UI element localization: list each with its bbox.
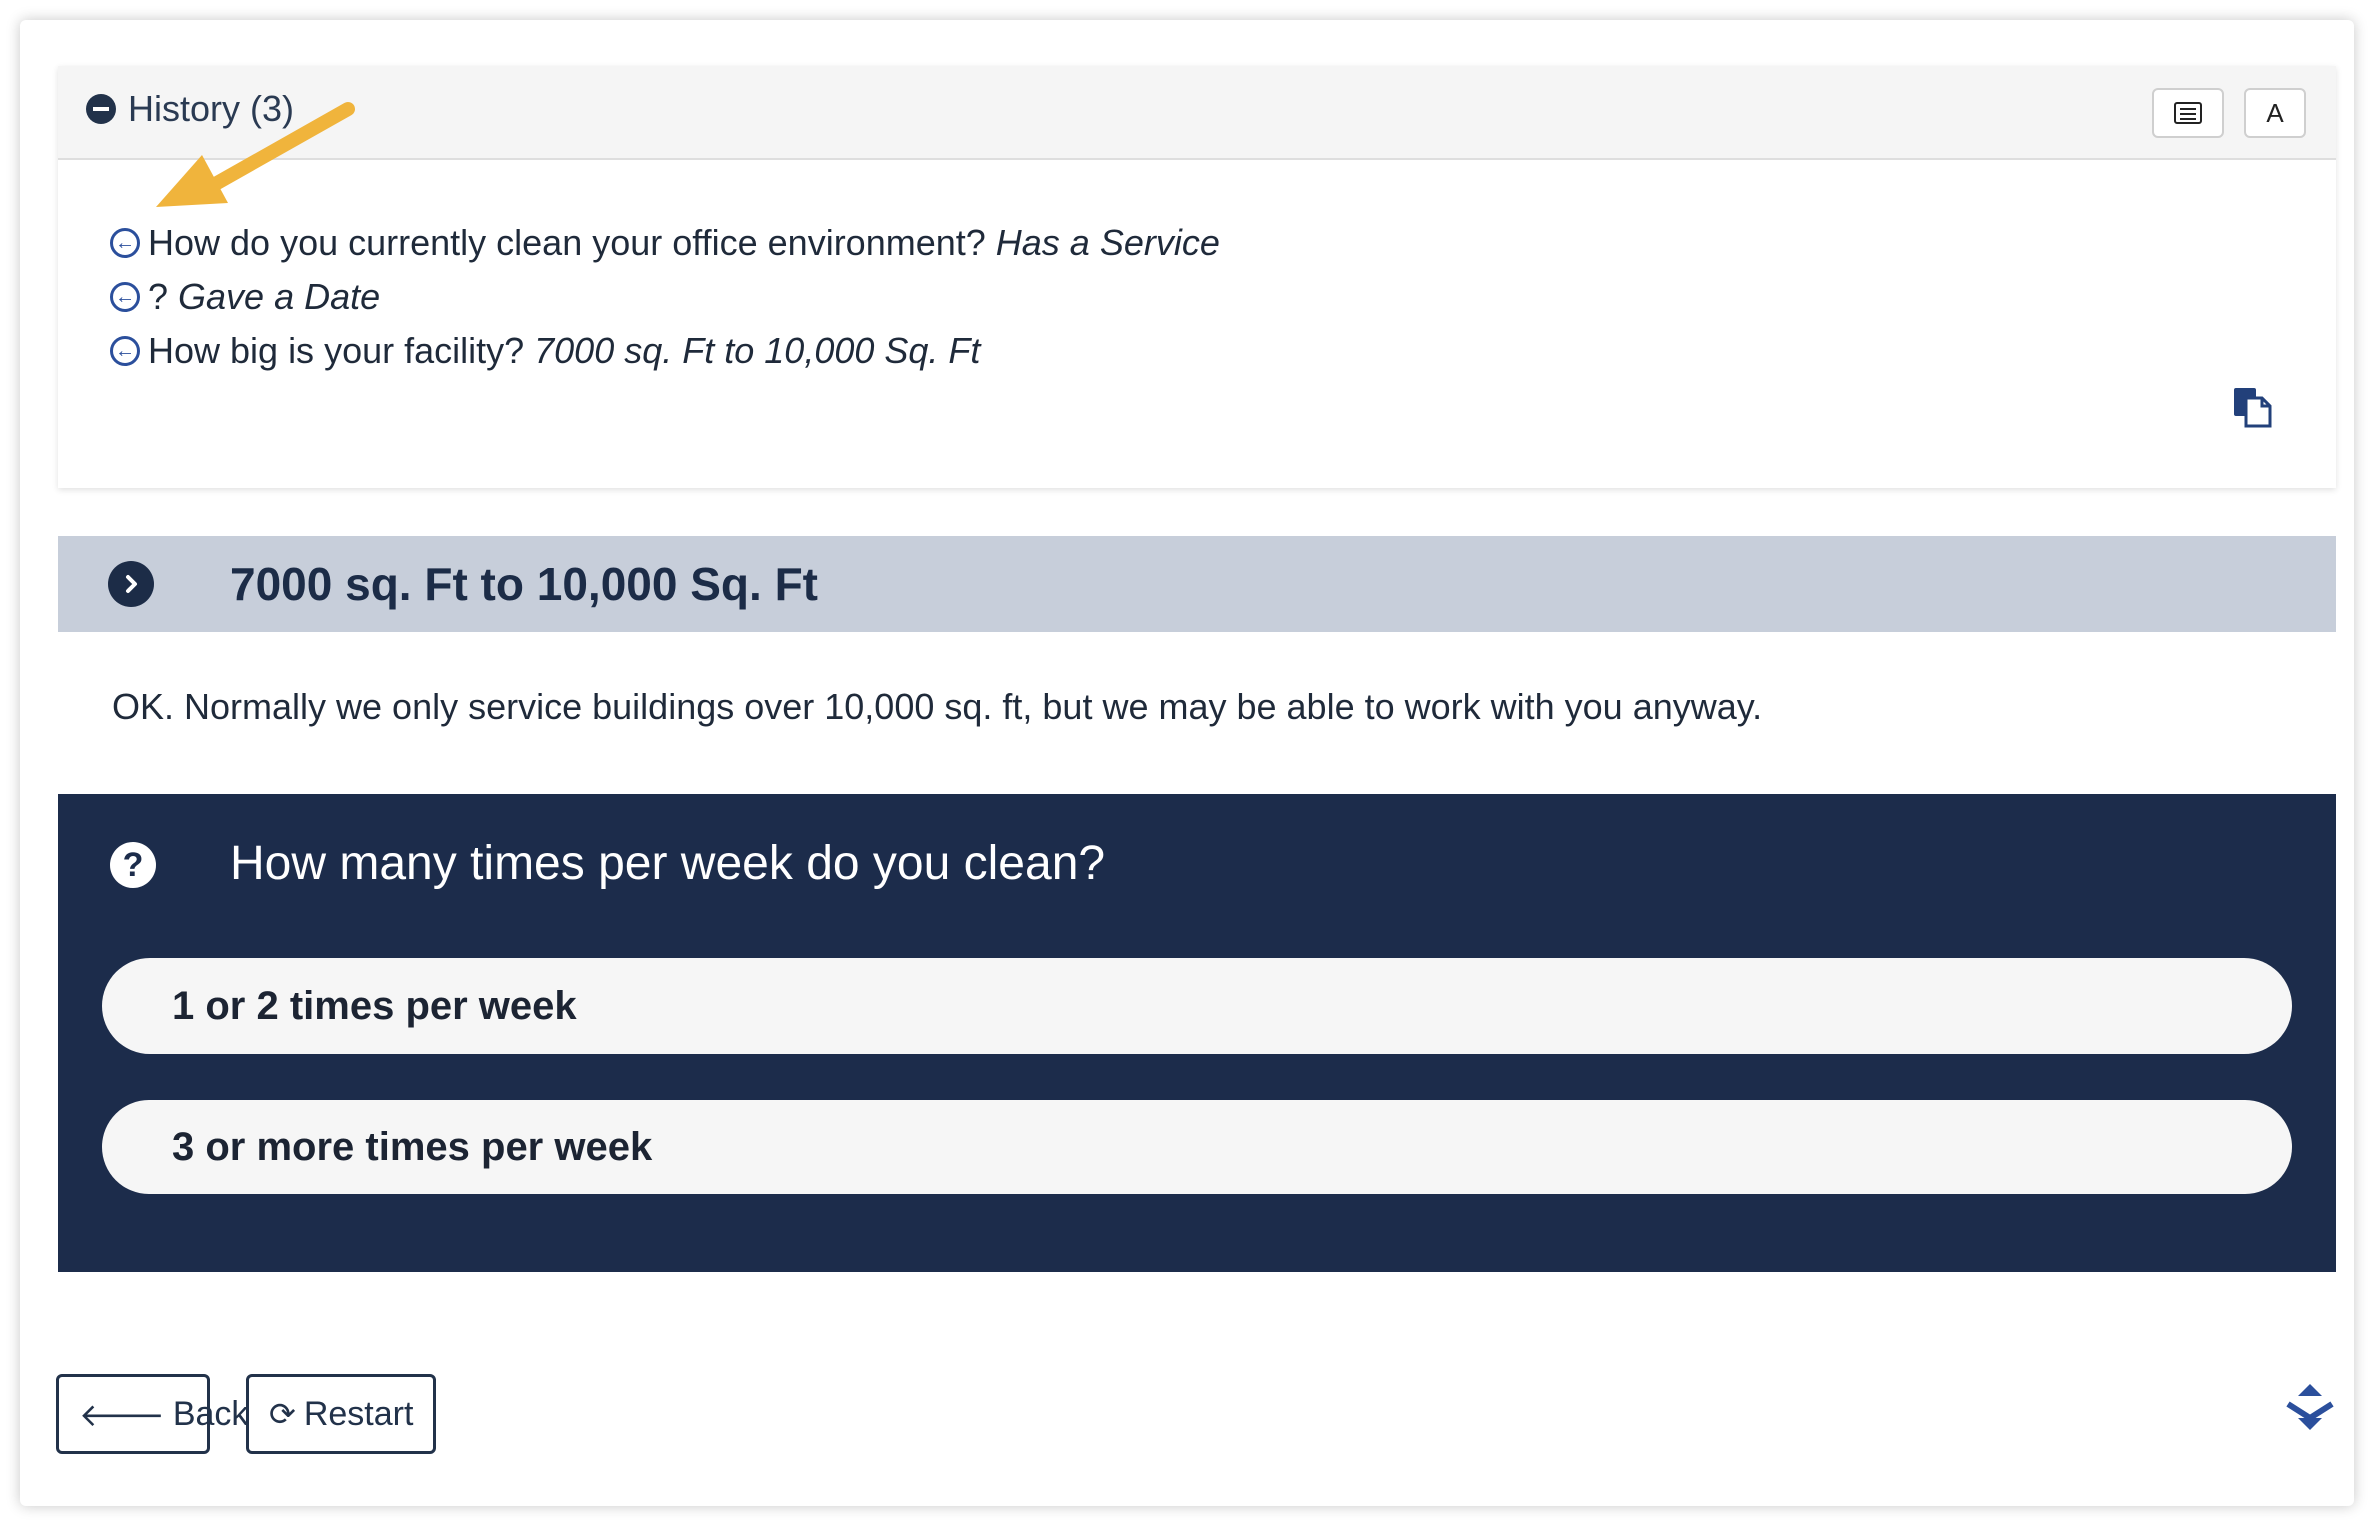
question-text: How many times per week do you clean? [230, 837, 1106, 890]
response-box: OK. Normally we only service buildings o… [58, 632, 2336, 794]
copy-icon[interactable] [2232, 386, 2272, 428]
selected-answer-bar: 7000 sq. Ft to 10,000 Sq. Ft [58, 536, 2336, 632]
history-question: How do you currently clean your office e… [148, 222, 986, 263]
response-text: OK. Normally we only service buildings o… [112, 686, 1763, 727]
refresh-icon: ⟳ [269, 1396, 296, 1432]
arrow-left-icon: 🡐 [79, 1396, 165, 1433]
answer-option-button[interactable]: 3 or more times per week [102, 1100, 2292, 1194]
history-question: ? [148, 276, 169, 317]
restart-label: Restart [303, 1394, 414, 1433]
history-answer: 7000 sq. Ft to 10,000 Sq. Ft [534, 330, 981, 371]
transcript-view-button[interactable] [2152, 88, 2224, 138]
history-list: ← How do you currently clean your office… [110, 216, 1220, 378]
history-panel: History (3) A ← How do you currently cle… [58, 66, 2336, 488]
history-answer: Has a Service [995, 222, 1220, 263]
go-back-circle-arrow-icon[interactable]: ← [110, 282, 140, 312]
history-item: ← ? Gave a Date [110, 270, 1220, 324]
back-button[interactable]: 🡐 Back [56, 1374, 248, 1454]
selected-answer-text: 7000 sq. Ft to 10,000 Sq. Ft [230, 558, 818, 610]
go-back-circle-arrow-icon[interactable]: ← [110, 336, 140, 366]
list-icon [2174, 102, 2202, 124]
back-label: Back [172, 1394, 249, 1433]
question-mark-icon: ? [110, 842, 156, 888]
expand-collapse-chevrons-icon[interactable] [2284, 1378, 2336, 1432]
go-back-circle-arrow-icon[interactable]: ← [110, 228, 140, 258]
restart-button[interactable]: ⟳ Restart [246, 1374, 436, 1454]
collapse-minus-icon[interactable] [86, 94, 116, 124]
history-item: ← How big is your facility? 7000 sq. Ft … [110, 324, 1220, 378]
history-header: History (3) A [58, 66, 2336, 160]
chevron-right-icon [108, 561, 154, 607]
question-panel: ? How many times per week do you clean? … [58, 794, 2336, 1272]
answer-option-button[interactable]: 1 or 2 times per week [102, 958, 2292, 1054]
annotation-arrow-icon [156, 102, 355, 207]
history-answer: Gave a Date [178, 276, 381, 317]
font-size-button[interactable]: A [2244, 88, 2306, 138]
history-question: How big is your facility? [148, 330, 525, 371]
